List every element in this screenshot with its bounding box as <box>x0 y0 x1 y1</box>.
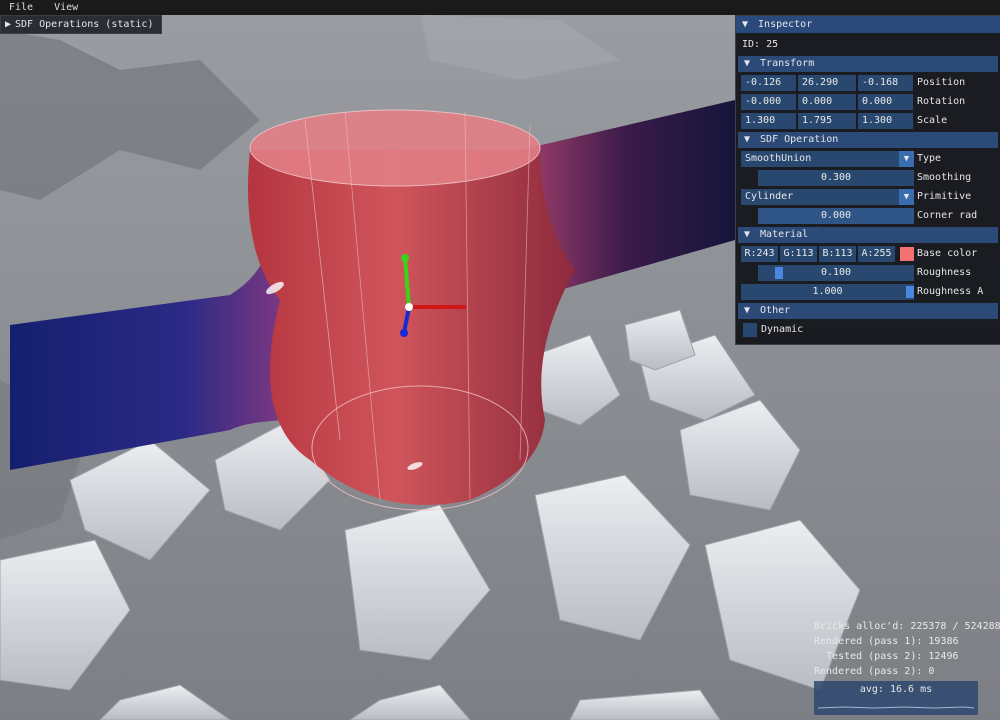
transform-header[interactable]: ▼ Transform <box>738 56 998 72</box>
frame-time-plot <box>817 706 975 709</box>
base-color-swatch[interactable] <box>900 247 914 261</box>
color-a-field[interactable]: A:255 <box>858 246 895 262</box>
position-x-field[interactable]: -0.126 <box>741 75 796 91</box>
sdf-operation-header[interactable]: ▼ SDF Operation <box>738 132 998 148</box>
type-combo[interactable]: SmoothUnion ▼ <box>741 151 914 167</box>
color-r-field[interactable]: R:243 <box>741 246 778 262</box>
triangle-down-icon: ▼ <box>744 229 751 240</box>
menu-bar: File View <box>0 0 1000 15</box>
primitive-combo[interactable]: Cylinder ▼ <box>741 189 914 205</box>
roughness-a-label: Roughness A <box>917 286 984 297</box>
smoothing-field[interactable]: 0.300 <box>758 170 914 186</box>
inspector-title-bar[interactable]: ▼ Inspector <box>736 16 1000 33</box>
chevron-down-icon: ▼ <box>899 151 914 167</box>
triangle-down-icon: ▼ <box>744 58 751 69</box>
scale-x-field[interactable]: 1.300 <box>741 113 796 129</box>
triangle-down-icon: ▼ <box>744 305 751 316</box>
dynamic-label: Dynamic <box>761 324 804 335</box>
primitive-label: Primitive <box>917 191 972 202</box>
material-header[interactable]: ▼ Material <box>738 227 998 243</box>
scale-z-field[interactable]: 1.300 <box>858 113 913 129</box>
roughness-slider[interactable]: 0.100 <box>758 265 914 281</box>
inspector-title: Inspector <box>758 19 813 30</box>
inspector-window: ▼ Inspector ID: 25 ▼ Transform -0.126 26… <box>735 15 1000 345</box>
menu-file[interactable]: File <box>0 0 33 15</box>
roughness-slider-knob[interactable] <box>774 267 783 279</box>
object-id: ID: 25 <box>742 39 779 50</box>
chevron-down-icon: ▼ <box>899 189 914 205</box>
corner-radius-slider[interactable]: 0.000 <box>758 208 914 224</box>
color-g-field[interactable]: G:113 <box>780 246 817 262</box>
roughness-label: Roughness <box>917 267 972 278</box>
triangle-right-icon[interactable]: ▶ <box>5 16 15 33</box>
color-b-field[interactable]: B:113 <box>819 246 856 262</box>
other-header[interactable]: ▼ Other <box>738 303 998 319</box>
base-color-label: Base color <box>917 248 978 259</box>
type-label: Type <box>917 153 942 164</box>
triangle-down-icon: ▼ <box>744 134 751 145</box>
position-y-field[interactable]: 26.290 <box>798 75 856 91</box>
window-title: SDF Operations (static) <box>15 19 154 30</box>
scale-label: Scale <box>917 115 948 126</box>
dynamic-checkbox[interactable] <box>743 323 757 337</box>
smoothing-label: Smoothing <box>917 172 972 183</box>
stats-rendered-pass2: Rendered (pass 2): 0 <box>814 666 935 677</box>
roughness-a-slider-knob[interactable] <box>906 286 914 298</box>
rotation-z-field[interactable]: 0.000 <box>858 94 913 110</box>
stats-overlay: Bricks alloc'd: 225378 / 524288 Rendered … <box>814 619 1000 679</box>
stats-bricks: Bricks alloc'd: 225378 / 524288 <box>814 621 1000 632</box>
scale-y-field[interactable]: 1.795 <box>798 113 856 129</box>
sdf-operations-window[interactable]: ▶ SDF Operations (static) <box>0 15 163 34</box>
position-label: Position <box>917 77 966 88</box>
rotation-y-field[interactable]: 0.000 <box>798 94 856 110</box>
stats-tested-pass2: Tested (pass 2): 12496 <box>814 651 959 662</box>
rotation-label: Rotation <box>917 96 966 107</box>
rotation-x-field[interactable]: -0.000 <box>741 94 796 110</box>
frame-time-graph: avg: 16.6 ms <box>814 681 978 715</box>
triangle-down-icon[interactable]: ▼ <box>742 16 752 33</box>
position-z-field[interactable]: -0.168 <box>858 75 913 91</box>
stats-rendered-pass1: Rendered (pass 1): 19386 <box>814 636 959 647</box>
roughness-a-slider[interactable]: 1.000 <box>741 284 914 300</box>
menu-view[interactable]: View <box>45 0 78 15</box>
corner-radius-label: Corner rad <box>917 210 978 221</box>
